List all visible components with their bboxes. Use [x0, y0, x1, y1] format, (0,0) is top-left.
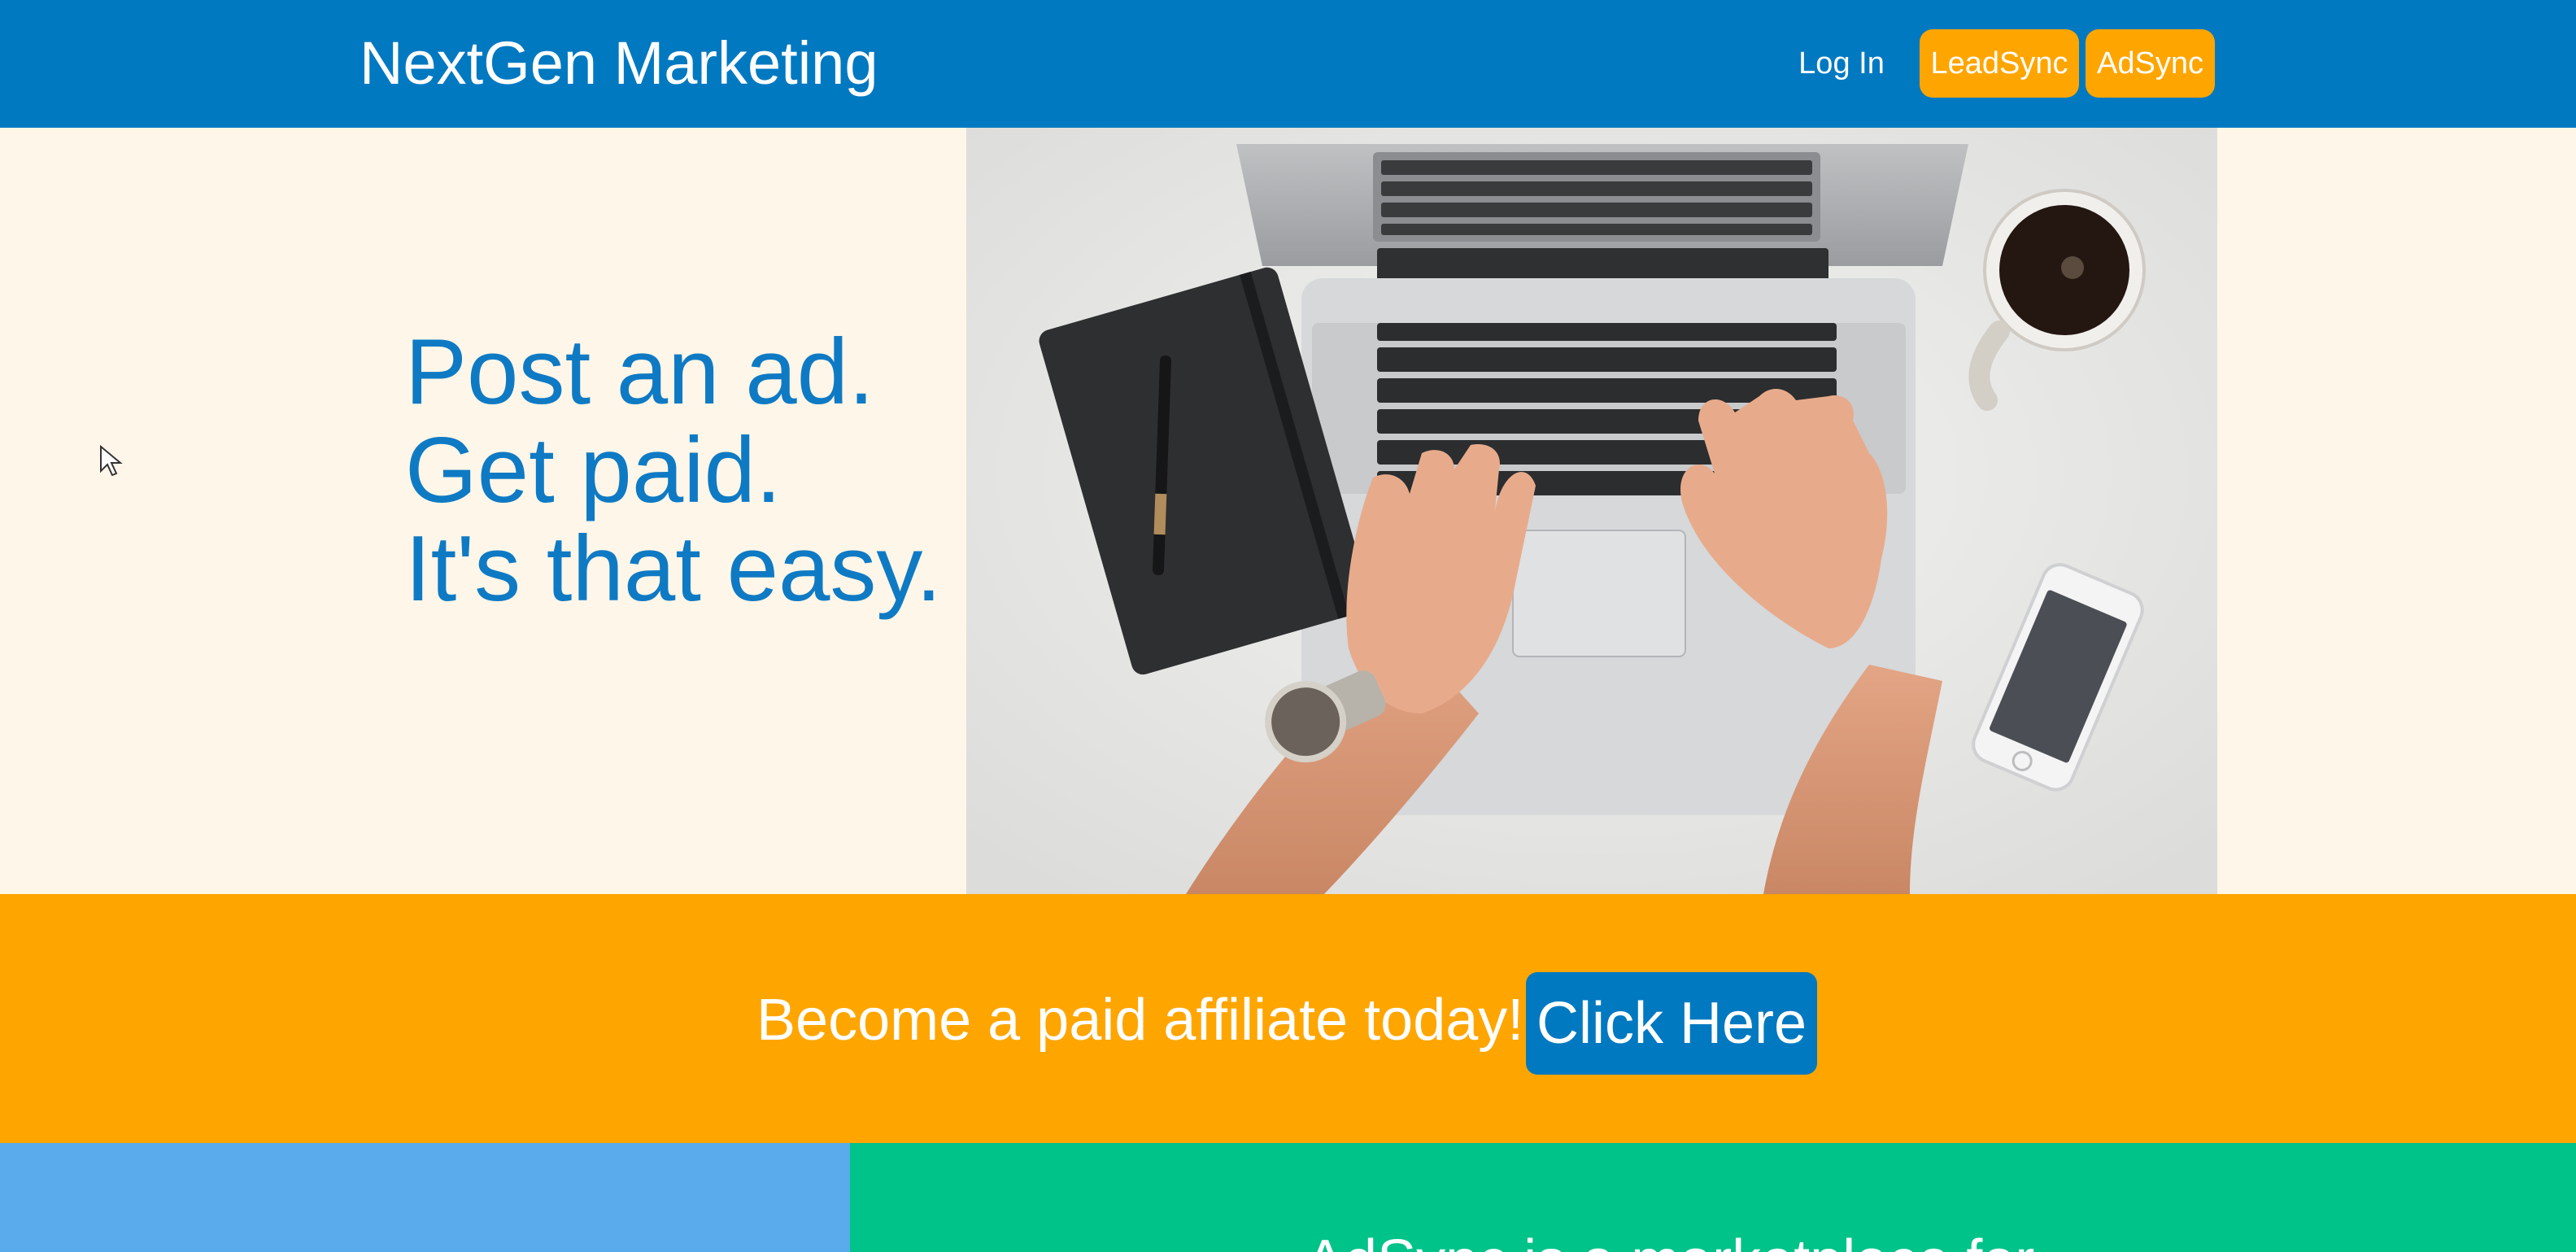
adsync-button[interactable]: AdSync — [2086, 29, 2215, 98]
affiliate-cta-text: Become a paid affiliate today! — [756, 988, 1524, 1053]
left-feature-panel — [0, 1143, 850, 1252]
leadsync-button[interactable]: LeadSync — [1920, 29, 2079, 98]
hero-line-2: Get paid. — [405, 419, 782, 522]
hero-image — [966, 128, 2217, 894]
mouse-pointer-icon — [100, 445, 123, 477]
top-navbar: NextGen Marketing Log In LeadSync AdSync — [0, 0, 2576, 128]
login-link[interactable]: Log In — [1781, 31, 1902, 96]
hero-headline: Post an ad. Get paid. It's that easy. — [405, 323, 942, 618]
click-here-button[interactable]: Click Here — [1526, 972, 1817, 1075]
adsync-description: AdSync is a marketplace for — [1305, 1224, 2034, 1252]
brand-logo-text[interactable]: NextGen Marketing — [360, 24, 878, 103]
right-feature-panel: AdSync is a marketplace for — [850, 1143, 2576, 1252]
hero-line-1: Post an ad. — [405, 321, 874, 424]
hero-line-3: It's that easy. — [405, 517, 942, 621]
hero-section: Post an ad. Get paid. It's that easy. — [0, 128, 2576, 894]
laptop-workspace-photo — [966, 128, 2217, 894]
affiliate-cta-section: Become a paid affiliate today! Click Her… — [0, 894, 2576, 1143]
